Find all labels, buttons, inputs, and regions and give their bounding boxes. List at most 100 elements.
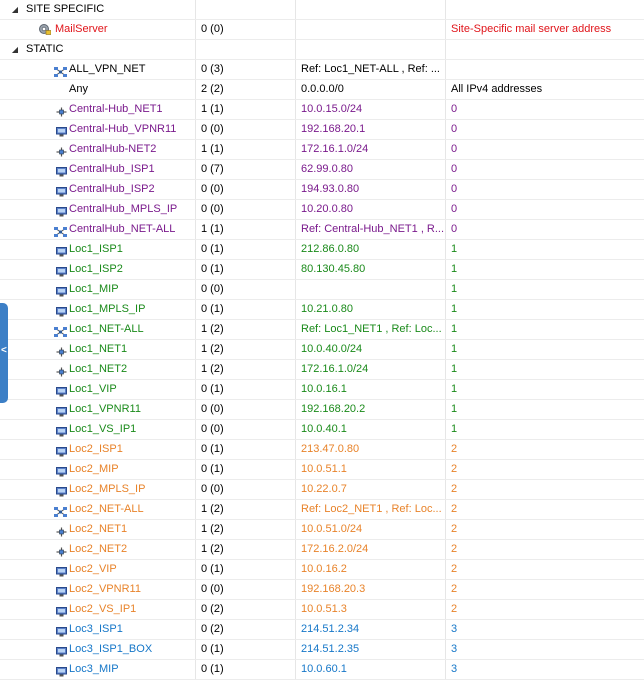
object-name: ALL_VPN_NET	[69, 63, 146, 75]
collapse-side-panel-tab[interactable]: <	[0, 303, 8, 403]
empty-cell	[296, 40, 446, 59]
object-value-cell: 172.16.2.0/24	[296, 540, 446, 559]
tree-row[interactable]: Any 2 (2) 0.0.0.0/0 All IPv4 addresses	[0, 80, 644, 100]
name-cell: Loc3_ISP1	[0, 620, 196, 639]
reference-count: 0 (2)	[201, 623, 224, 635]
site-value-cell: 0	[446, 200, 644, 219]
reference-count-cell: 0 (1)	[196, 560, 296, 579]
object-value: 10.0.40.0/24	[301, 343, 363, 355]
tree-row[interactable]: Loc1_NET1 1 (2) 10.0.40.0/24 1	[0, 340, 644, 360]
object-name: Loc1_VPNR11	[69, 403, 141, 415]
object-value: 10.0.60.1	[301, 663, 347, 675]
object-value-cell: 62.99.0.80	[296, 160, 446, 179]
reference-count-cell: 1 (2)	[196, 320, 296, 339]
tree-row[interactable]: Loc2_VPNR11 0 (0) 192.168.20.3 2	[0, 580, 644, 600]
host-icon	[56, 125, 67, 137]
site-value-cell: 2	[446, 460, 644, 479]
reference-count-cell: 0 (0)	[196, 120, 296, 139]
object-value: 213.47.0.80	[301, 443, 360, 455]
object-value-cell: Ref: Loc2_NET1 , Ref: Loc...	[296, 500, 446, 519]
reference-count: 0 (0)	[201, 583, 224, 595]
object-name: Loc1_MPLS_IP	[69, 303, 146, 315]
tree-row[interactable]: MailServer 0 (0) Site-Specific mail server…	[0, 20, 644, 40]
tree-row[interactable]: CentralHub_ISP1 0 (7) 62.99.0.80 0	[0, 160, 644, 180]
tree-row[interactable]: Loc1_MPLS_IP 0 (1) 10.21.0.80 1	[0, 300, 644, 320]
name-cell: ◢ STATIC	[0, 40, 196, 59]
site-value-cell: 1	[446, 360, 644, 379]
tree-row[interactable]: CentralHub_MPLS_IP 0 (0) 10.20.0.80 0	[0, 200, 644, 220]
object-value-cell: Ref: Loc1_NET-ALL , Ref: ...	[296, 60, 446, 79]
tree-row[interactable]: Loc1_VPNR11 0 (0) 192.168.20.2 1	[0, 400, 644, 420]
site-value: 3	[451, 623, 458, 635]
site-value-cell: 0	[446, 100, 644, 119]
tree-row[interactable]: Loc2_NET-ALL 1 (2) Ref: Loc2_NET1 , Ref: L…	[0, 500, 644, 520]
reference-count-cell: 0 (7)	[196, 160, 296, 179]
network-icon	[56, 365, 67, 377]
object-name: Loc1_ISP2	[69, 263, 123, 275]
object-name: CentralHub_ISP1	[69, 163, 155, 175]
site-value: 1	[451, 323, 458, 335]
tree-group-row[interactable]: ◢ SITE SPECIFIC	[0, 0, 644, 20]
site-value: 2	[451, 603, 458, 615]
object-value: 10.0.16.1	[301, 383, 347, 395]
object-value: 192.168.20.2	[301, 403, 366, 415]
object-value	[296, 283, 301, 295]
site-value-cell: 2	[446, 440, 644, 459]
site-value-cell: 2	[446, 540, 644, 559]
tree-row[interactable]: Loc1_VIP 0 (1) 10.0.16.1 1	[0, 380, 644, 400]
site-value: 2	[451, 503, 458, 515]
tree-row[interactable]: Loc3_ISP1_BOX 0 (1) 214.51.2.35 3	[0, 640, 644, 660]
site-value-cell: 2	[446, 600, 644, 619]
tree-row[interactable]: Loc2_ISP1 0 (1) 213.47.0.80 2	[0, 440, 644, 460]
tree-row[interactable]: Loc1_VS_IP1 0 (0) 10.0.40.1 1	[0, 420, 644, 440]
object-name: Loc1_ISP1	[69, 243, 123, 255]
tree-row[interactable]: Loc2_MPLS_IP 0 (0) 10.22.0.7 2	[0, 480, 644, 500]
tree-row[interactable]: CentralHub-NET2 1 (1) 172.16.1.0/24 0	[0, 140, 644, 160]
chevron-left-icon: <	[1, 345, 7, 356]
object-name: Loc1_MIP	[69, 283, 119, 295]
object-name: CentralHub_MPLS_IP	[69, 203, 178, 215]
tree-row[interactable]: Loc3_MIP 0 (1) 10.0.60.1 3	[0, 660, 644, 680]
object-name: Loc2_NET2	[69, 543, 128, 555]
tree-row[interactable]: Loc1_ISP1 0 (1) 212.86.0.80 1	[0, 240, 644, 260]
tree-row[interactable]: CentralHub_ISP2 0 (0) 194.93.0.80 0	[0, 180, 644, 200]
tree-row[interactable]: ALL_VPN_NET 0 (3) Ref: Loc1_NET-ALL , Ref:…	[0, 60, 644, 80]
tree-row[interactable]: Loc3_ISP1 0 (2) 214.51.2.34 3	[0, 620, 644, 640]
site-value: 1	[451, 403, 458, 415]
reference-count-cell: 0 (0)	[196, 480, 296, 499]
object-name: Loc1_NET-ALL	[69, 323, 144, 335]
tree-row[interactable]: CentralHub_NET-ALL 1 (1) Ref: Central-Hub_…	[0, 220, 644, 240]
name-cell: CentralHub_ISP2	[0, 180, 196, 199]
site-value: 0	[451, 183, 458, 195]
site-value: 1	[451, 243, 458, 255]
tree-row[interactable]: Loc2_VS_IP1 0 (2) 10.0.51.3 2	[0, 600, 644, 620]
object-value-cell: 10.0.40.1	[296, 420, 446, 439]
tree-row[interactable]: Loc2_VIP 0 (1) 10.0.16.2 2	[0, 560, 644, 580]
site-value-cell: 2	[446, 560, 644, 579]
tree-row[interactable]: Loc2_NET1 1 (2) 10.0.51.0/24 2	[0, 520, 644, 540]
network-group-icon	[54, 325, 67, 337]
tree-row[interactable]: Loc1_NET-ALL 1 (2) Ref: Loc1_NET1 , Ref: L…	[0, 320, 644, 340]
tree-row[interactable]: Loc2_MIP 0 (1) 10.0.51.1 2	[0, 460, 644, 480]
host-icon	[56, 405, 67, 417]
tree-row[interactable]: Loc1_ISP2 0 (1) 80.130.45.80 1	[0, 260, 644, 280]
expanded-triangle-icon[interactable]: ◢	[10, 40, 20, 59]
reference-count-cell: 0 (3)	[196, 60, 296, 79]
tree-row[interactable]: Loc2_NET2 1 (2) 172.16.2.0/24 2	[0, 540, 644, 560]
reference-count-cell: 1 (1)	[196, 100, 296, 119]
network-icon	[56, 145, 67, 157]
name-cell: ALL_VPN_NET	[0, 60, 196, 79]
group-label: STATIC	[26, 43, 64, 55]
object-value-cell: 10.21.0.80	[296, 300, 446, 319]
name-cell: Any	[0, 80, 196, 99]
tree-group-row[interactable]: ◢ STATIC	[0, 40, 644, 60]
reference-count-cell: 1 (2)	[196, 540, 296, 559]
object-value-cell: 172.16.1.0/24	[296, 360, 446, 379]
tree-row[interactable]: Central-Hub_VPNR11 0 (0) 192.168.20.1 0	[0, 120, 644, 140]
tree-row[interactable]: Central-Hub_NET1 1 (1) 10.0.15.0/24 0	[0, 100, 644, 120]
tree-row[interactable]: Loc1_MIP 0 (0) 1	[0, 280, 644, 300]
reference-count: 0 (1)	[201, 303, 224, 315]
tree-row[interactable]: Loc1_NET2 1 (2) 172.16.1.0/24 1	[0, 360, 644, 380]
reference-count: 0 (0)	[201, 423, 224, 435]
expanded-triangle-icon[interactable]: ◢	[10, 0, 20, 19]
